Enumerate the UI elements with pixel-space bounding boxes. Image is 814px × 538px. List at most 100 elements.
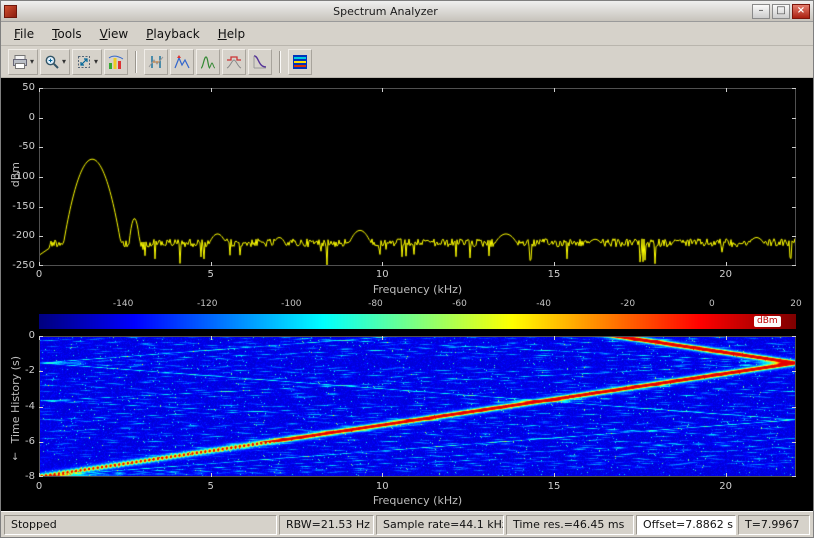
tick-label: 50 [1, 82, 35, 93]
tick-mark [792, 476, 796, 477]
tick-mark [211, 336, 212, 340]
tick-mark [792, 265, 796, 266]
app-icon[interactable] [4, 5, 17, 18]
scale-axes-button[interactable]: ▾ [72, 49, 102, 75]
tick-mark [792, 407, 796, 408]
statusbar: Stopped RBW=21.53 Hz Sample rate=44.1 kH… [1, 511, 813, 537]
tick-mark [382, 88, 383, 92]
tick-label: 0 [1, 330, 35, 341]
tick-mark [39, 336, 40, 340]
menu-item-view[interactable]: View [91, 24, 137, 44]
tick-mark [726, 336, 727, 340]
chevron-down-icon: ▾ [62, 57, 66, 66]
tick-mark [792, 118, 796, 119]
tick-mark [39, 207, 43, 208]
tick-mark [39, 473, 40, 477]
tick-label: 10 [367, 269, 397, 280]
spectrogram-xlabel: Frequency (kHz) [39, 494, 796, 507]
status-rbw-panel: RBW=21.53 Hz [279, 515, 374, 535]
scale-axes-icon [76, 54, 92, 70]
tick-label: -80 [360, 299, 390, 309]
peak-finder-button[interactable] [170, 49, 194, 75]
ccdf-measurements-button[interactable] [248, 49, 272, 75]
spectrum-analyzer-window: { "window": { "title": "Spectrum Analyze… [0, 0, 814, 538]
tick-label: -120 [192, 299, 222, 309]
peak-finder-icon [174, 54, 190, 70]
status-time-res-panel: Time res.=46.45 ms [506, 515, 634, 535]
status-offset-panel: Offset=7.8862 s [636, 515, 736, 535]
tick-label: -140 [108, 299, 138, 309]
tick-mark [792, 442, 796, 443]
tick-mark [554, 88, 555, 92]
tick-mark [792, 236, 796, 237]
spectrum-plot[interactable] [39, 88, 796, 266]
maximize-button[interactable]: □ [772, 4, 790, 19]
tick-mark [211, 88, 212, 92]
print-button[interactable]: ▾ [8, 49, 38, 75]
colorbar [39, 314, 796, 329]
distortion-measurements-button[interactable] [196, 49, 220, 75]
printer-icon [12, 54, 28, 70]
tick-label: -6 [1, 436, 35, 447]
time-direction-arrow: ↓ [11, 452, 19, 463]
close-button[interactable]: × [792, 4, 810, 19]
tick-mark [792, 177, 796, 178]
spectral-mask-icon [226, 54, 242, 70]
tick-label: -50 [1, 141, 35, 152]
menu-item-playback[interactable]: Playback [137, 24, 209, 44]
tick-label: 15 [539, 269, 569, 280]
tick-label: -100 [1, 171, 35, 182]
chevron-down-icon: ▾ [94, 57, 98, 66]
magnifier-icon [44, 54, 60, 70]
status-time-panel: T=7.9967 [738, 515, 810, 535]
tick-label: 0 [24, 269, 54, 280]
tick-mark [39, 177, 43, 178]
toolbar-separator [279, 51, 281, 73]
spectrum-canvas [39, 88, 796, 266]
tick-label: 0 [24, 481, 54, 492]
tick-label: -150 [1, 201, 35, 212]
colorbar-unit-label: dBm [754, 316, 781, 327]
spectrogram-plot[interactable] [39, 336, 796, 477]
minimize-button[interactable]: – [752, 4, 770, 19]
zoom-button[interactable]: ▾ [40, 49, 70, 75]
tick-label: 10 [367, 481, 397, 492]
tick-mark [39, 407, 43, 408]
cursor-measurements-button[interactable] [144, 49, 168, 75]
tick-label: 20 [711, 269, 741, 280]
tick-mark [726, 473, 727, 477]
tick-label: -4 [1, 401, 35, 412]
distortion-measurements-icon [200, 54, 216, 70]
menu-item-tools[interactable]: Tools [43, 24, 91, 44]
toolbar-separator [135, 51, 137, 73]
tick-mark [792, 147, 796, 148]
tick-mark [382, 473, 383, 477]
tick-label: -100 [276, 299, 306, 309]
figure-area: dBm Frequency (kHz) dBm Time History (s)… [1, 78, 813, 511]
tick-mark [39, 118, 43, 119]
tick-mark [792, 371, 796, 372]
menu-item-help[interactable]: Help [209, 24, 254, 44]
tick-mark [382, 336, 383, 340]
tick-mark [554, 336, 555, 340]
menu-item-file[interactable]: File [5, 24, 43, 44]
tick-label: 15 [539, 481, 569, 492]
tick-mark [792, 88, 796, 89]
spectrum-settings-button[interactable] [104, 49, 128, 75]
tick-mark [39, 88, 40, 92]
tick-mark [39, 262, 40, 266]
tick-mark [792, 336, 796, 337]
spectrogram-canvas [39, 336, 796, 477]
tick-label: 20 [781, 299, 811, 309]
menubar: File Tools View Playback Help [1, 22, 813, 46]
tick-label: -2 [1, 365, 35, 376]
status-state-panel: Stopped [4, 515, 277, 535]
spectrogram-button[interactable] [288, 49, 312, 75]
tick-mark [39, 371, 43, 372]
spectrum-xlabel: Frequency (kHz) [39, 283, 796, 296]
spectral-mask-button[interactable] [222, 49, 246, 75]
tick-mark [211, 473, 212, 477]
tick-label: 20 [711, 481, 741, 492]
tick-mark [554, 262, 555, 266]
status-sample-rate-panel: Sample rate=44.1 kHz [376, 515, 504, 535]
